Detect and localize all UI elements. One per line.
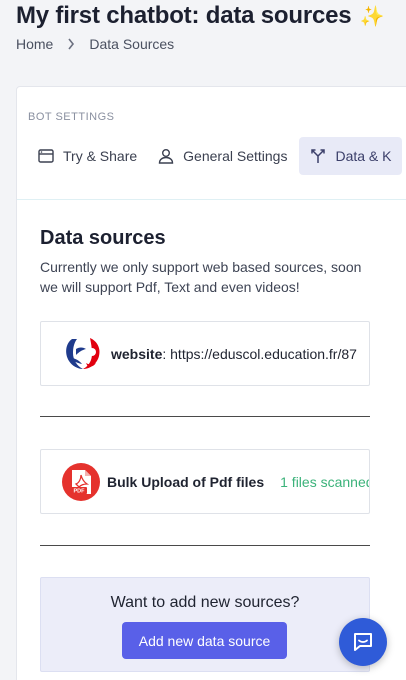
page-title-text: My first chatbot: data sources bbox=[16, 2, 352, 29]
add-sources-prompt: Want to add new sources? bbox=[110, 594, 300, 611]
add-data-source-button[interactable]: Add new data source bbox=[122, 622, 287, 659]
data-sources-title: Data sources bbox=[40, 227, 166, 249]
source-item-website[interactable]: website: https://eduscol.education.fr/87 bbox=[40, 321, 370, 386]
section-divider bbox=[40, 416, 370, 417]
source-item-pdf[interactable]: PDF Bulk Upload of Pdf files 1 files sca… bbox=[40, 449, 370, 514]
page-title: My first chatbot: data sources ✨ bbox=[16, 2, 385, 30]
source-kind-label: website bbox=[111, 345, 163, 362]
breadcrumb: Home Data Sources bbox=[16, 36, 174, 52]
sparkles-icon: ✨ bbox=[359, 6, 385, 28]
breadcrumb-data-sources[interactable]: Data Sources bbox=[89, 36, 174, 52]
settings-card: BOT SETTINGS Try & Share General Setting… bbox=[16, 86, 406, 680]
pdf-icon: PDF bbox=[61, 462, 101, 502]
source-url: https://eduscol.education.fr/87 bbox=[166, 345, 357, 362]
user-icon bbox=[157, 147, 175, 165]
source-text: Bulk Upload of Pdf files bbox=[107, 474, 264, 490]
marianne-logo-icon bbox=[61, 334, 105, 374]
chat-launcher-button[interactable] bbox=[339, 618, 387, 666]
bot-settings-label: BOT SETTINGS bbox=[28, 111, 115, 123]
section-divider bbox=[40, 545, 370, 546]
tab-label: General Settings bbox=[183, 148, 288, 164]
add-sources-panel: Want to add new sources? Add new data so… bbox=[40, 577, 370, 672]
tab-data-knowledge[interactable]: Data & K bbox=[299, 137, 402, 175]
tabs-divider bbox=[17, 199, 406, 200]
fork-icon bbox=[309, 147, 327, 165]
window-icon bbox=[37, 147, 55, 165]
tab-try-share[interactable]: Try & Share bbox=[27, 137, 147, 175]
source-kind-label: Bulk Upload of Pdf files bbox=[107, 473, 265, 490]
source-text: website: https://eduscol.education.fr/87 bbox=[111, 346, 357, 362]
tab-label: Try & Share bbox=[63, 148, 138, 164]
source-status: 1 files scanned bbox=[280, 473, 370, 490]
chat-bubble-icon bbox=[352, 631, 374, 653]
tab-label: Data & K bbox=[335, 148, 392, 164]
tab-general-settings[interactable]: General Settings bbox=[147, 137, 297, 175]
svg-text:PDF: PDF bbox=[74, 488, 86, 494]
breadcrumb-home[interactable]: Home bbox=[16, 36, 53, 52]
chevron-right-icon bbox=[67, 38, 75, 50]
settings-tabs: Try & Share General Settings Data & K bbox=[17, 137, 402, 175]
data-sources-description: Currently we only support web based sour… bbox=[40, 259, 362, 295]
